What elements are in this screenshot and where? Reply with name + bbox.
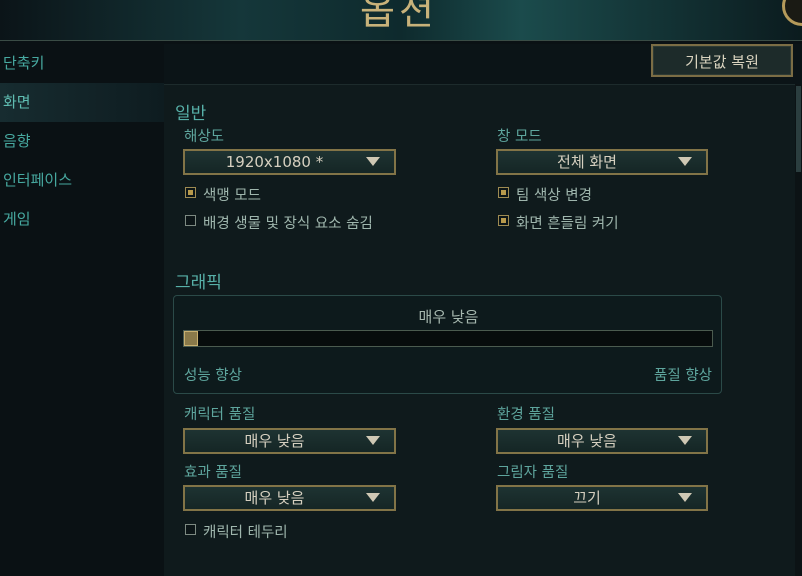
quality-caption: 품질 향상 bbox=[654, 368, 712, 384]
effects-quality-value: 매우 낮음 bbox=[244, 489, 305, 507]
window-mode-dropdown[interactable]: 전체 화면 bbox=[496, 149, 708, 175]
chevron-down-icon bbox=[366, 157, 380, 166]
close-ornament-icon[interactable] bbox=[782, 0, 802, 26]
sidebar-item-video[interactable]: 화면 bbox=[0, 83, 164, 122]
screen-shake-label: 화면 흔들림 켜기 bbox=[516, 216, 619, 232]
graphics-quality-box: 매우 낮음 성능 향상 품질 향상 bbox=[173, 295, 722, 394]
effects-quality-label: 효과 품질 bbox=[184, 465, 242, 481]
section-title-graphics: 그래픽 bbox=[175, 273, 222, 293]
environment-quality-value: 매우 낮음 bbox=[557, 432, 617, 450]
window-mode-label: 창 모드 bbox=[497, 129, 542, 145]
section-title-general: 일반 bbox=[175, 104, 207, 124]
shadow-quality-label: 그림자 품질 bbox=[497, 465, 569, 481]
sidebar: 단축키 화면 음향 인터페이스 게임 bbox=[0, 44, 164, 239]
chevron-down-icon bbox=[678, 493, 692, 502]
checkbox-box bbox=[185, 187, 196, 198]
effects-quality-dropdown[interactable]: 매우 낮음 bbox=[183, 485, 396, 511]
character-quality-dropdown[interactable]: 매우 낮음 bbox=[183, 428, 396, 454]
character-quality-label: 캐릭터 품질 bbox=[184, 407, 256, 423]
resolution-value: 1920x1080 * bbox=[225, 153, 324, 171]
resolution-label: 해상도 bbox=[184, 129, 225, 145]
resolution-dropdown[interactable]: 1920x1080 * bbox=[183, 149, 396, 175]
chevron-down-icon bbox=[366, 436, 380, 445]
environment-quality-label: 환경 품질 bbox=[497, 407, 555, 423]
checkbox-box bbox=[185, 215, 196, 226]
hide-eye-candy-label: 배경 생물 및 장식 요소 숨김 bbox=[203, 216, 373, 232]
performance-caption: 성능 향상 bbox=[184, 368, 242, 384]
restore-defaults-button[interactable]: 기본값 복원 bbox=[651, 44, 793, 77]
character-quality-value: 매우 낮음 bbox=[244, 432, 305, 450]
graphics-slider-thumb[interactable] bbox=[184, 331, 198, 346]
page-title: 옵션 bbox=[360, 0, 438, 33]
checkbox-box bbox=[498, 187, 509, 198]
chevron-down-icon bbox=[678, 157, 692, 166]
character-inking-label: 캐릭터 테두리 bbox=[203, 525, 288, 541]
sidebar-item-sound[interactable]: 음향 bbox=[0, 122, 164, 161]
shadow-quality-dropdown[interactable]: 끄기 bbox=[496, 485, 708, 511]
graphics-slider-track[interactable] bbox=[183, 330, 713, 347]
colorblind-label: 색맹 모드 bbox=[203, 188, 261, 204]
sidebar-item-interface[interactable]: 인터페이스 bbox=[0, 161, 164, 200]
graphics-level-label: 매우 낮음 bbox=[418, 308, 479, 326]
sidebar-item-hotkeys[interactable]: 단축키 bbox=[0, 44, 164, 83]
scrollbar-thumb[interactable] bbox=[796, 86, 801, 172]
checkbox-box bbox=[498, 215, 509, 226]
sidebar-item-game[interactable]: 게임 bbox=[0, 200, 164, 239]
title-banner: 옵션 bbox=[0, 0, 802, 41]
checkbox-box bbox=[185, 524, 196, 535]
chevron-down-icon bbox=[366, 493, 380, 502]
shadow-quality-value: 끄기 bbox=[573, 489, 601, 507]
team-color-label: 팀 색상 변경 bbox=[516, 188, 592, 204]
chevron-down-icon bbox=[678, 436, 692, 445]
environment-quality-dropdown[interactable]: 매우 낮음 bbox=[496, 428, 708, 454]
window-mode-value: 전체 화면 bbox=[557, 153, 617, 171]
